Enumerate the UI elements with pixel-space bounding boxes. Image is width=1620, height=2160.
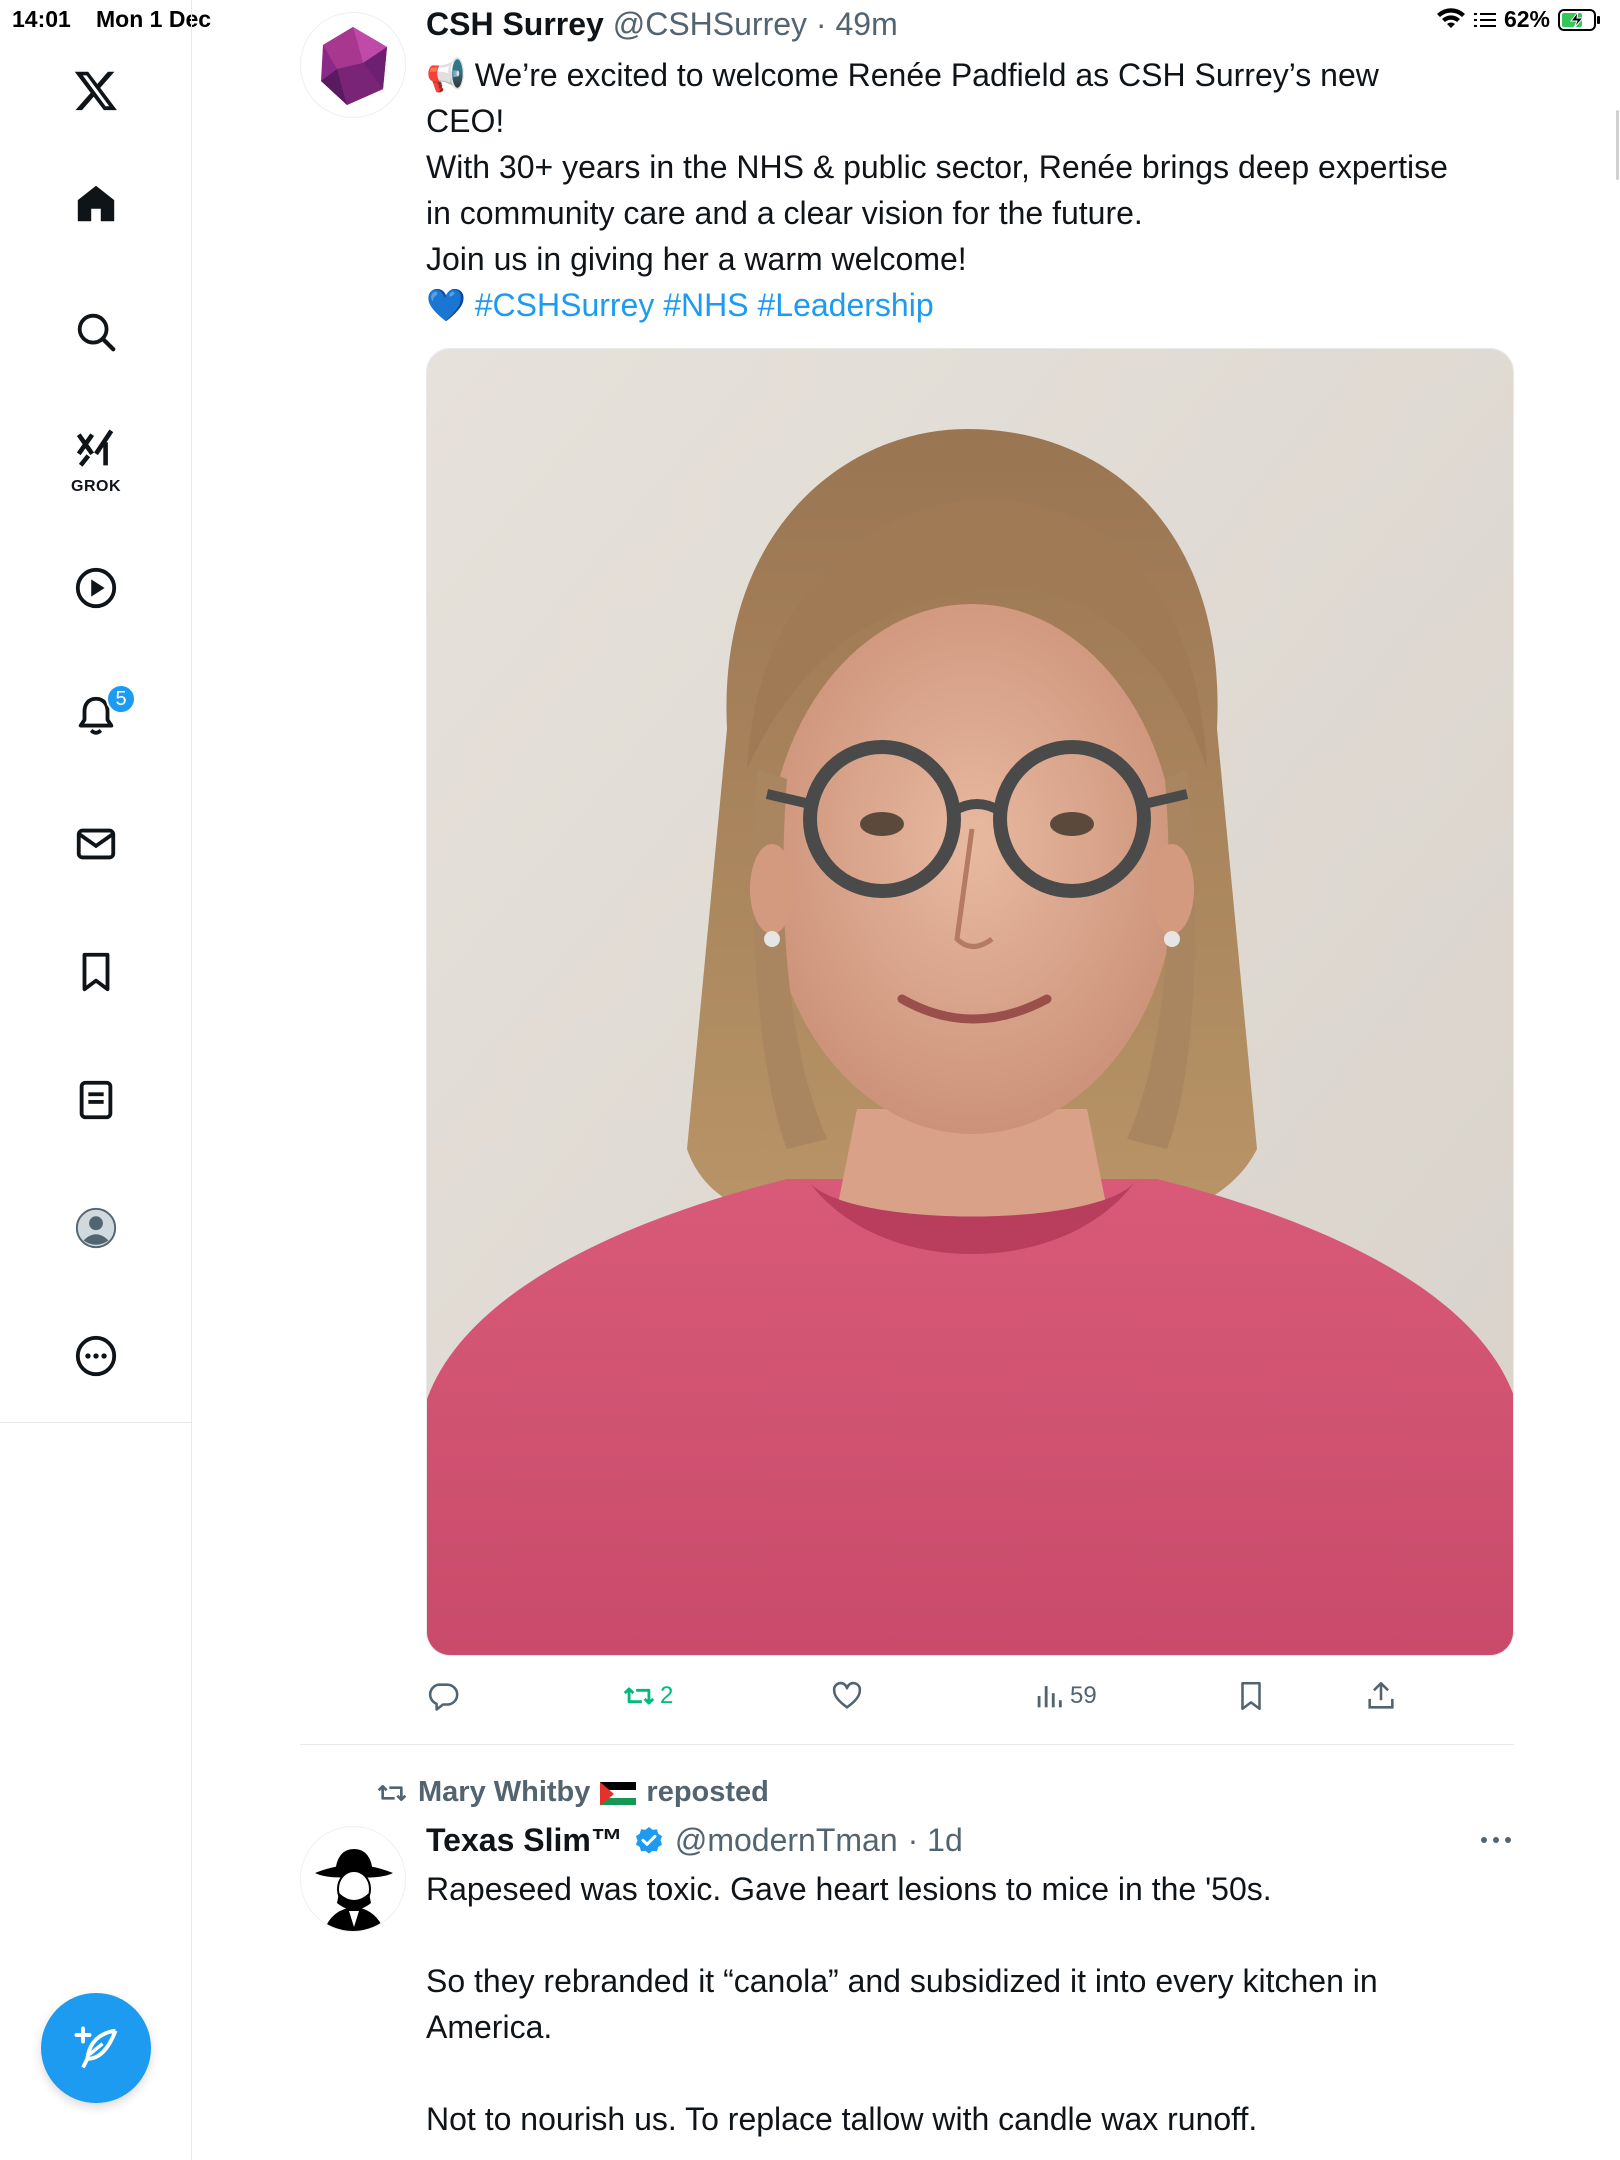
grok-icon[interactable] [66, 420, 126, 480]
tweet-line: CEO! [426, 103, 505, 139]
portrait-image [427, 349, 1513, 1655]
tweet-line: So they rebranded it “canola” and subsid… [426, 1963, 1378, 1999]
repost-indicator[interactable]: Mary Whitby reposted [376, 1776, 769, 1809]
cowboy-avatar-icon [301, 1827, 405, 1931]
avatar[interactable] [300, 12, 406, 118]
status-indicators: 62% [1436, 6, 1602, 33]
retweet-count: 2 [660, 1682, 674, 1709]
bookmark-icon [1241, 1681, 1261, 1711]
tweet-line: Rapeseed was toxic. Gave heart lesions t… [426, 1871, 1272, 1907]
timestamp[interactable]: · 1d [908, 1822, 963, 1859]
home-icon[interactable] [66, 174, 126, 234]
sidebar-divider [0, 1422, 192, 1423]
like-button[interactable] [830, 1668, 868, 1724]
hashtags[interactable]: #CSHSurrey #NHS #Leadership [475, 287, 934, 323]
tweet-line: With 30+ years in the NHS & public secto… [426, 149, 1448, 185]
tweet-header: Texas Slim™ @modernTman · 1d [426, 1822, 963, 1859]
tweet-actions: 2 59 [426, 1668, 1514, 1724]
repost-icon [377, 1784, 407, 1801]
handle[interactable]: @modernTman [675, 1822, 898, 1859]
views-button[interactable]: 59 [1032, 1668, 1097, 1724]
compose-button[interactable] [41, 1993, 151, 2103]
video-icon[interactable] [66, 558, 126, 618]
list-status-icon [1473, 10, 1496, 30]
search-icon[interactable] [66, 302, 126, 362]
blue-heart-emoji: 💙 [426, 287, 466, 323]
views-chart-icon [1037, 1686, 1062, 1708]
grok-label: GROK [71, 478, 121, 495]
tweet-divider [300, 1744, 1514, 1745]
wifi-icon [1436, 7, 1466, 32]
tweet-text: Rapeseed was toxic. Gave heart lesions t… [426, 1866, 1526, 2142]
profile-icon[interactable] [66, 1198, 126, 1258]
messages-icon[interactable] [66, 814, 126, 874]
scroll-indicator[interactable] [1616, 110, 1619, 180]
display-name[interactable]: Texas Slim™ [426, 1822, 623, 1859]
bookmark-button[interactable] [1234, 1668, 1268, 1724]
tweet-line: Join us in giving her a warm welcome! [426, 241, 967, 277]
reposted-label: reposted [646, 1776, 769, 1808]
retweet-icon [623, 1687, 655, 1705]
tweet-header: CSH Surrey @CSHSurrey · 49m [426, 6, 898, 43]
battery-percent: 62% [1503, 6, 1550, 32]
reply-icon [428, 1683, 459, 1711]
tweet-line: 📢 We’re excited to welcome Renée Padfiel… [426, 57, 1379, 93]
csh-surrey-logo-icon [321, 27, 387, 105]
views-count: 59 [1070, 1682, 1097, 1709]
lists-icon[interactable] [66, 1070, 126, 1130]
bookmarks-icon[interactable] [66, 942, 126, 1002]
timestamp[interactable]: · 49m [816, 6, 898, 42]
tweet-line: 💙 #CSHSurrey #NHS #Leadership [426, 282, 1526, 328]
more-horizontal-icon[interactable] [1476, 1828, 1516, 1852]
share-icon [1368, 1681, 1394, 1709]
sidebar-nav: GROK 5 [0, 0, 192, 2160]
tweet-line: Not to nourish us. To replace tallow wit… [426, 2101, 1258, 2137]
verified-badge-icon [633, 1825, 665, 1857]
tweet-line: America. [426, 2009, 553, 2045]
tweet-text: 📢 We’re excited to welcome Renée Padfiel… [426, 52, 1526, 328]
heart-icon [832, 1681, 862, 1709]
battery-charging-icon [1558, 8, 1602, 32]
avatar[interactable] [300, 1826, 406, 1932]
handle[interactable]: @CSHSurrey [613, 6, 807, 42]
retweet-button[interactable]: 2 [622, 1668, 673, 1724]
palestine-flag-icon [600, 1781, 637, 1805]
share-button[interactable] [1364, 1668, 1398, 1724]
display-name[interactable]: CSH Surrey [426, 6, 604, 42]
reposted-by-name: Mary Whitby [418, 1776, 591, 1808]
reply-button[interactable] [426, 1668, 464, 1724]
compose-feather-icon [74, 2026, 118, 2069]
tweet-line: in community care and a clear vision for… [426, 195, 1143, 231]
more-options-icon[interactable] [66, 1326, 126, 1386]
notifications-badge: 5 [106, 684, 136, 714]
x-logo-icon[interactable] [66, 60, 126, 120]
tweet-media-photo[interactable] [426, 348, 1514, 1656]
